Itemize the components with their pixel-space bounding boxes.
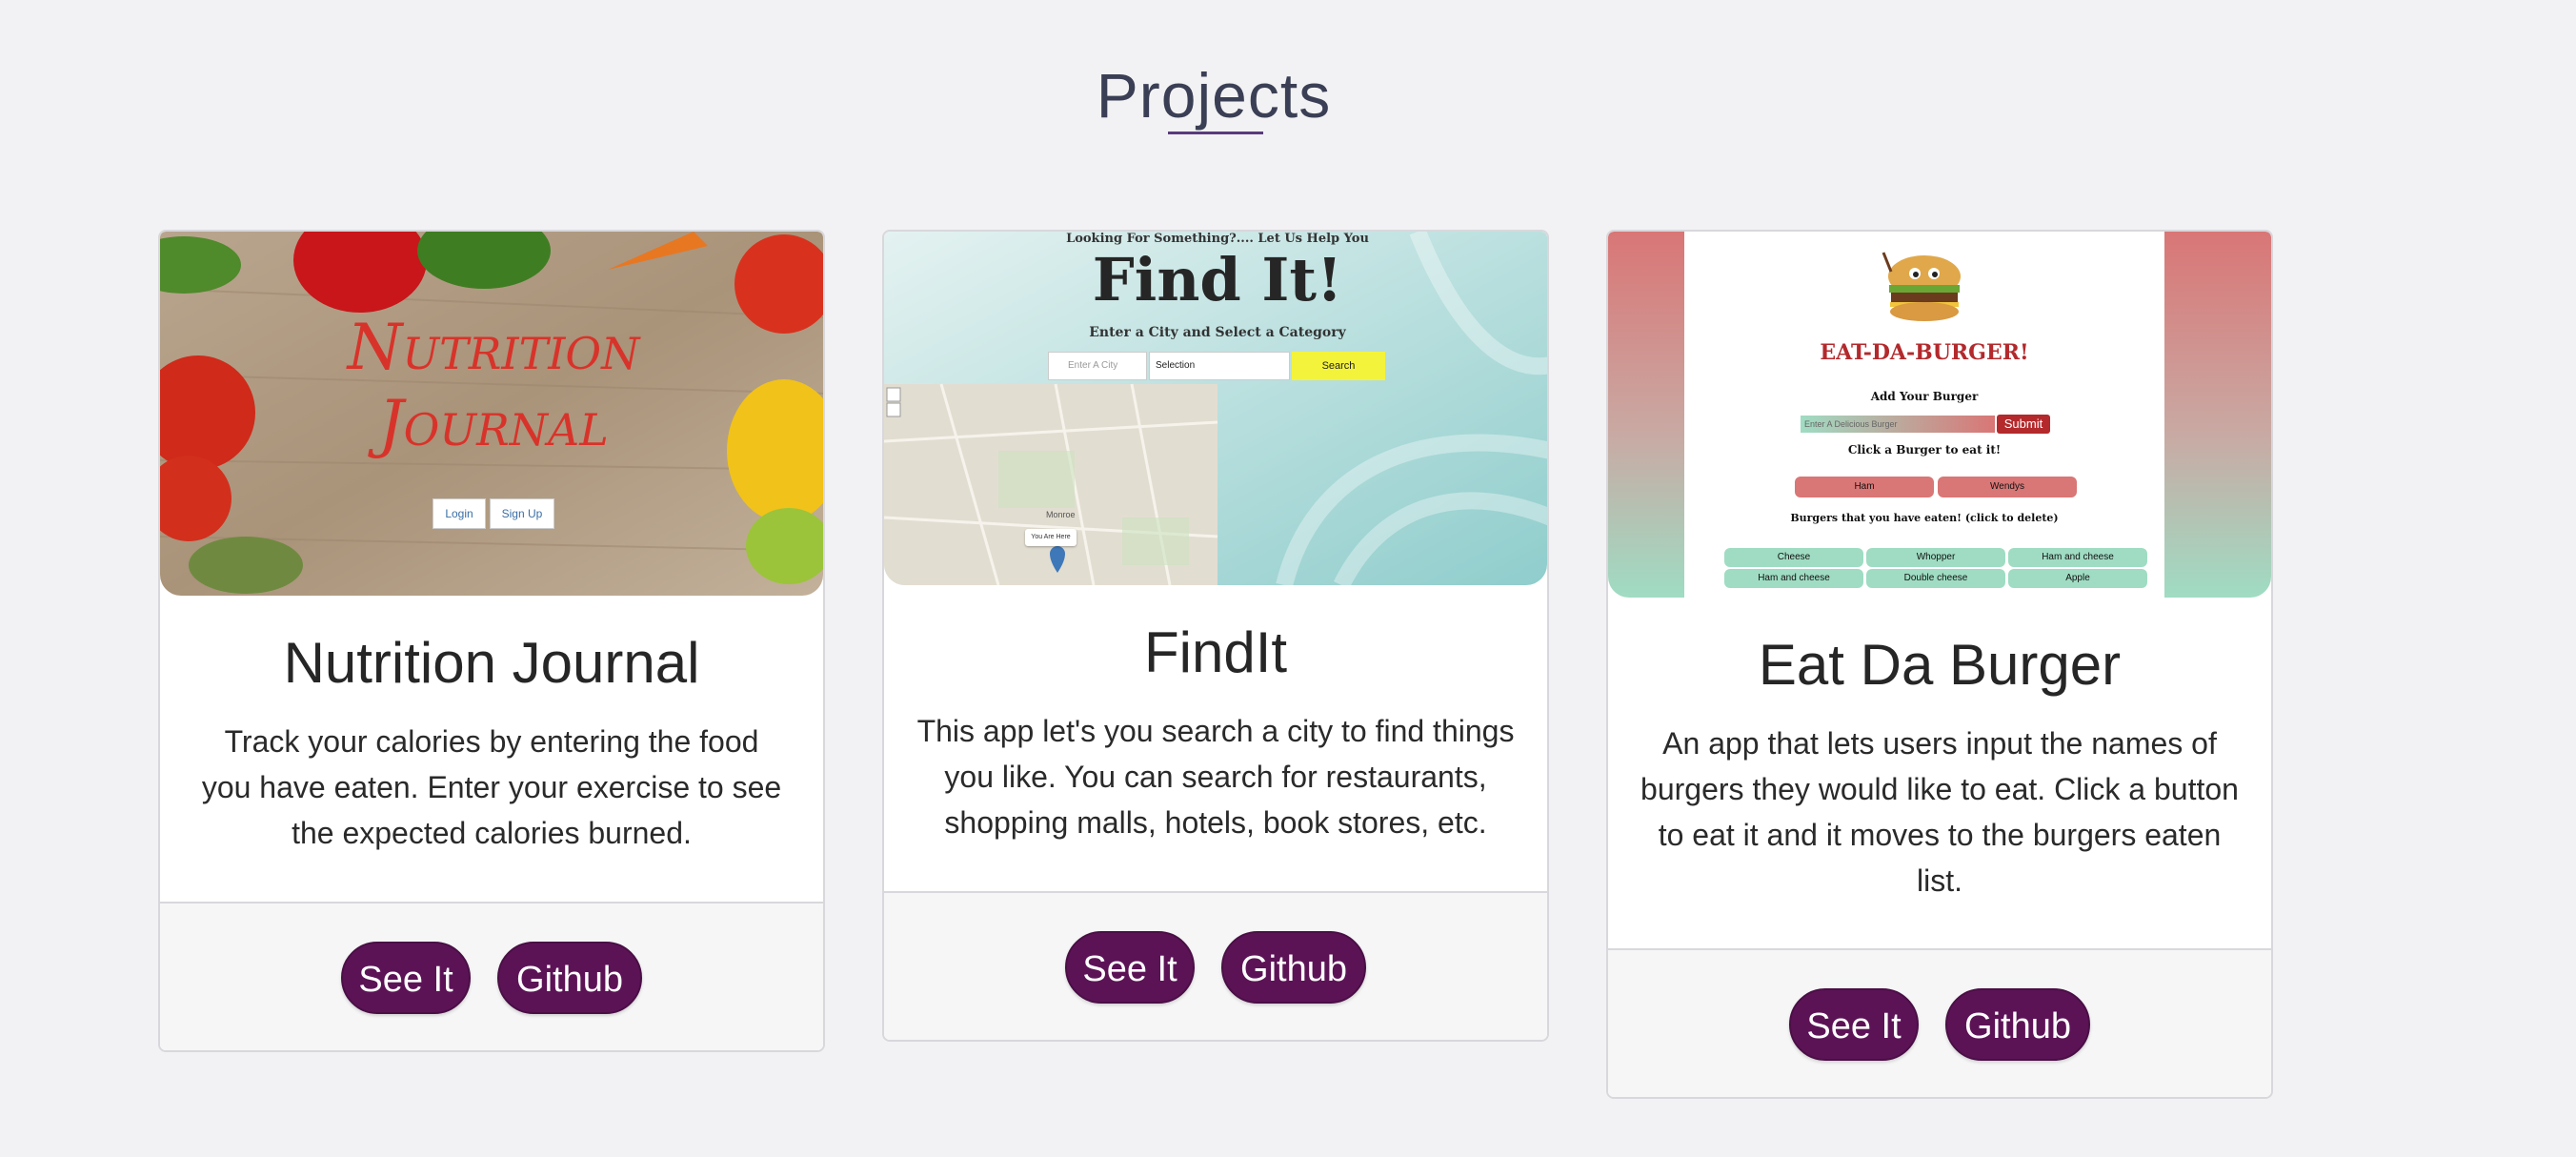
eaten-label: Burgers that you have eaten! (click to d… [1790, 512, 2059, 524]
eaten-chip: Ham and cheese [1724, 569, 1863, 588]
nutrition-logo: Nutrition Journal [160, 310, 823, 462]
findit-tagline: Looking For Something?.... Let Us Help Y… [1066, 232, 1369, 246]
map-town-label: Monroe [1046, 510, 1076, 519]
github-button[interactable]: Github [1945, 988, 2090, 1061]
project-preview-image[interactable]: Nutrition Journal Login Sign Up [160, 232, 823, 596]
burger-heading: EAT-DA-BURGER! [1820, 340, 2029, 365]
project-title: Eat Da Burger [1758, 633, 2122, 697]
findit-headline: Find It! [1092, 245, 1343, 315]
eaten-chip: Cheese [1724, 548, 1863, 567]
eaten-chip: Whopper [1866, 548, 2005, 567]
map-marker-label: You Are Here [1025, 529, 1077, 546]
github-button[interactable]: Github [497, 942, 642, 1014]
eaten-chip: Double cheese [1866, 569, 2005, 588]
preview-burger-input: Enter A Delicious Burger [1801, 416, 1995, 433]
project-card-findit: Looking For Something?.... Let Us Help Y… [882, 230, 1549, 1042]
project-card-nutrition-journal: Nutrition Journal Login Sign Up Nutritio… [158, 230, 825, 1052]
findit-subline: Enter a City and Select a Category [1089, 325, 1346, 340]
project-preview-image[interactable]: Looking For Something?.... Let Us Help Y… [884, 232, 1547, 585]
card-footer: See It Github [1608, 948, 2271, 1097]
card-footer: See It Github [884, 891, 1547, 1040]
see-it-button[interactable]: See It [341, 942, 471, 1014]
project-preview-image[interactable]: EAT-DA-BURGER! Add Your Burger Enter A D… [1608, 232, 2271, 598]
preview-search-button: Search [1292, 352, 1385, 380]
to-eat-chip: Ham [1795, 477, 1934, 497]
add-burger-label: Add Your Burger [1870, 390, 1979, 403]
nutrition-logo-line1: Nutrition [347, 311, 640, 384]
preview-city-input: Enter A City [1048, 352, 1147, 380]
burger-mascot-icon [1882, 252, 1961, 321]
project-description: Track your calories by entering the food… [201, 724, 782, 850]
project-title: Nutrition Journal [283, 631, 700, 695]
project-card-eat-da-burger: EAT-DA-BURGER! Add Your Burger Enter A D… [1606, 230, 2273, 1099]
nutrition-logo-line2: Journal [378, 387, 609, 460]
preview-login-button: Login [433, 498, 486, 529]
preview-submit-button: Submit [1997, 415, 2050, 434]
preview-category-select: Selection [1149, 352, 1290, 380]
eaten-chip: Ham and cheese [2008, 548, 2147, 567]
card-footer: See It Github [160, 902, 823, 1050]
preview-signup-button: Sign Up [490, 498, 554, 529]
project-description: An app that lets users input the names o… [1640, 726, 2239, 898]
eaten-chip: Apple [2008, 569, 2147, 588]
see-it-button[interactable]: See It [1065, 931, 1195, 1004]
project-description: This app let's you search a city to find… [916, 714, 1515, 840]
section-title: Projects [1096, 60, 1332, 131]
burger-page-panel: EAT-DA-BURGER! Add Your Burger Enter A D… [1684, 232, 2164, 598]
see-it-button[interactable]: See It [1789, 988, 1919, 1061]
to-eat-chip: Wendys [1938, 477, 2077, 497]
click-burger-label: Click a Burger to eat it! [1847, 443, 2002, 457]
title-underline [1168, 132, 1263, 134]
project-title: FindIt [1143, 620, 1288, 684]
github-button[interactable]: Github [1221, 931, 1366, 1004]
